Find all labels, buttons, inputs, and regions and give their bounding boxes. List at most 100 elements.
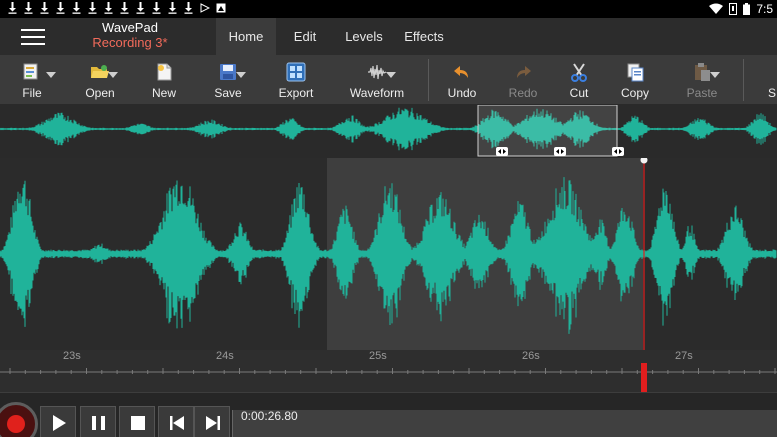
paste-label: Paste xyxy=(686,86,718,100)
open-dropdown-icon[interactable] xyxy=(108,72,118,78)
app-title: WavePad Recording 3* xyxy=(80,20,180,50)
current-time: 0:00:26.80 xyxy=(241,409,298,423)
scissors-icon xyxy=(571,63,587,82)
download-notification-icon xyxy=(118,2,131,16)
download-notification-icon xyxy=(22,2,35,16)
download-notification-icon xyxy=(54,2,67,16)
sim-icon xyxy=(729,3,738,15)
overview-resize-handle-icon[interactable] xyxy=(496,147,508,156)
waveform-trace xyxy=(0,177,777,334)
save-disk-icon xyxy=(220,64,236,80)
wifi-icon xyxy=(709,3,724,14)
waveform-view-icon xyxy=(368,64,387,80)
app-name: WavePad xyxy=(102,20,158,35)
copy-icon xyxy=(627,63,644,82)
download-notification-icon xyxy=(38,2,51,16)
status-right: 7:5 xyxy=(709,0,777,18)
download-notification-icon xyxy=(6,2,19,16)
redo-label: Redo xyxy=(508,86,538,100)
overflow-tool-button[interactable]: S xyxy=(764,55,777,105)
skip-to-end-button[interactable] xyxy=(194,406,230,437)
file-icon xyxy=(23,63,38,80)
skip-to-start-button[interactable] xyxy=(158,406,194,437)
tab-home[interactable]: Home xyxy=(216,18,276,55)
cut-label: Cut xyxy=(569,86,589,100)
play-button[interactable] xyxy=(40,406,76,437)
open-button[interactable]: Open xyxy=(78,55,122,105)
battery-icon xyxy=(743,3,751,15)
undo-button[interactable]: Undo xyxy=(440,55,484,105)
cast-icon xyxy=(198,2,211,16)
download-notification-icon xyxy=(134,2,147,16)
timeline-ruler[interactable]: 23s 24s 25s 26s 27s xyxy=(0,350,777,392)
ruler-tick-marks xyxy=(0,368,777,374)
tab-effects[interactable]: Effects xyxy=(398,18,450,55)
document-name: Recording 3* xyxy=(92,35,168,50)
download-notification-icon xyxy=(70,2,83,16)
pause-icon xyxy=(92,416,105,430)
folder-open-icon xyxy=(91,65,109,78)
new-button[interactable]: New xyxy=(142,55,186,105)
time-display: 0:00:26.80 xyxy=(232,410,777,437)
redo-button[interactable]: Redo xyxy=(501,55,545,105)
cut-button[interactable]: Cut xyxy=(557,55,601,105)
waveform-dropdown-icon[interactable] xyxy=(386,72,396,78)
download-notification-icon xyxy=(166,2,179,16)
overview-resize-handle-icon[interactable] xyxy=(554,147,566,156)
main-waveform-graphic xyxy=(0,158,777,350)
export-label: Export xyxy=(278,86,314,100)
paste-dropdown-icon[interactable] xyxy=(710,72,720,78)
file-label: File xyxy=(22,86,42,100)
download-notification-icon xyxy=(182,2,195,16)
download-notification-icon xyxy=(150,2,163,16)
download-notification-icon xyxy=(102,2,115,16)
redo-icon xyxy=(517,66,531,78)
pause-button[interactable] xyxy=(80,406,116,437)
overview-waveform-trace xyxy=(0,107,777,151)
app-header: WavePad Recording 3* Home Edit Levels Ef… xyxy=(0,18,777,55)
paste-button[interactable]: Paste xyxy=(678,55,726,105)
playhead-marker[interactable] xyxy=(641,363,647,392)
save-label: Save xyxy=(214,86,242,100)
save-dropdown-icon[interactable] xyxy=(236,72,246,78)
stop-icon xyxy=(131,416,145,430)
overflow-tool-label: S xyxy=(767,86,776,100)
undo-label: Undo xyxy=(447,86,477,100)
waveform-label: Waveform xyxy=(349,86,405,100)
toolbar-separator xyxy=(743,59,744,101)
open-label: Open xyxy=(85,86,115,100)
new-label: New xyxy=(151,86,176,100)
toolbar: File Open New Save Export Waveform Undo … xyxy=(0,55,777,105)
main-waveform[interactable] xyxy=(0,158,777,350)
stop-button[interactable] xyxy=(119,406,155,437)
clock: 7:5 xyxy=(756,2,773,16)
download-notification-icon xyxy=(86,2,99,16)
copy-button[interactable]: Copy xyxy=(613,55,657,105)
waveform-button[interactable]: Waveform xyxy=(348,55,406,105)
record-button[interactable] xyxy=(0,402,38,437)
export-button[interactable]: Export xyxy=(272,55,320,105)
play-icon xyxy=(53,415,66,431)
tab-levels[interactable]: Levels xyxy=(338,18,390,55)
file-button[interactable]: File xyxy=(8,55,56,105)
skip-to-end-icon xyxy=(206,416,220,430)
undo-icon xyxy=(454,66,468,78)
notification-icons xyxy=(0,2,227,16)
export-icon xyxy=(286,62,306,82)
paste-clipboard-icon xyxy=(695,63,710,81)
image-notification-icon xyxy=(214,2,227,16)
tab-edit[interactable]: Edit xyxy=(280,18,330,55)
skip-to-start-icon xyxy=(170,416,184,430)
overview-waveform-graphic xyxy=(0,105,777,157)
hamburger-menu-icon[interactable] xyxy=(18,26,48,48)
status-bar: 7:5 xyxy=(0,0,777,18)
save-button[interactable]: Save xyxy=(204,55,252,105)
new-file-icon xyxy=(157,63,172,81)
overview-waveform[interactable] xyxy=(0,105,777,158)
transport-bar: 0:00:26.80 xyxy=(0,392,777,437)
ruler-ticks xyxy=(0,363,777,392)
toolbar-separator xyxy=(428,59,429,101)
overview-resize-handle-icon[interactable] xyxy=(612,147,624,156)
copy-label: Copy xyxy=(620,86,649,100)
file-dropdown-icon[interactable] xyxy=(46,72,56,78)
